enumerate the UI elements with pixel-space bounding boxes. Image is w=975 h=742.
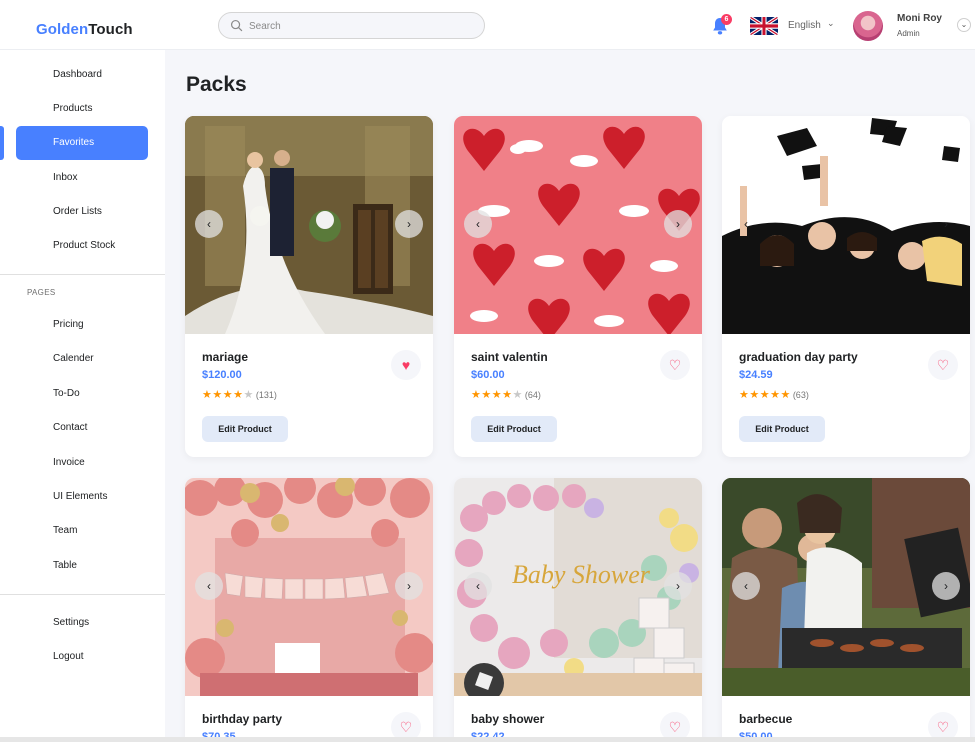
- product-card: Baby Shower ‹ › baby shower $22.42 ♡: [454, 478, 702, 742]
- sidebar: Dashboard Products Favorites Inbox Order…: [0, 50, 165, 742]
- sidebar-item-logout[interactable]: Logout: [16, 640, 148, 674]
- product-card: ‹ › barbecue $50.00 ♡: [722, 478, 970, 742]
- carousel-next-button[interactable]: ›: [664, 572, 692, 600]
- product-name: mariage: [202, 350, 249, 364]
- sidebar-item-contact[interactable]: Contact: [16, 411, 148, 445]
- uk-flag-icon[interactable]: [750, 17, 778, 35]
- carousel-next-button[interactable]: ›: [932, 210, 960, 238]
- sidebar-item-inbox[interactable]: Inbox: [16, 161, 148, 195]
- sidebar-item-table[interactable]: Table: [16, 549, 148, 583]
- search-icon: [230, 19, 243, 32]
- carousel-prev-button[interactable]: ‹: [732, 210, 760, 238]
- brand-logo[interactable]: GoldenTouch: [36, 21, 133, 38]
- product-name: birthday party: [202, 712, 283, 726]
- carousel-prev-button[interactable]: ‹: [464, 210, 492, 238]
- sidebar-divider: [0, 274, 165, 275]
- search-bar: [218, 12, 485, 39]
- star-rating: ★★★★★ (64): [471, 388, 541, 401]
- page-title: Packs: [186, 73, 247, 96]
- sidebar-item-ui-elements[interactable]: UI Elements: [16, 480, 148, 514]
- sidebar-item-order-lists[interactable]: Order Lists: [16, 195, 148, 229]
- review-count: (63): [792, 390, 809, 400]
- product-price: $120.00: [202, 369, 242, 381]
- carousel-prev-button[interactable]: ‹: [732, 572, 760, 600]
- carousel-prev-button[interactable]: ‹: [464, 572, 492, 600]
- user-role: Admin: [897, 29, 920, 38]
- star-icon: ★: [512, 389, 523, 401]
- star-rating: ★★★★★ (63): [739, 388, 809, 401]
- brand-logo-part1: Golden: [36, 21, 89, 38]
- carousel-prev-button[interactable]: ‹: [195, 210, 223, 238]
- product-card: ‹ › saint valentin $60.00 ★★★★★ (64) ♡ Ed…: [454, 116, 702, 457]
- product-price: $60.00: [471, 369, 505, 381]
- carousel-next-button[interactable]: ›: [664, 210, 692, 238]
- sidebar-item-favorites[interactable]: Favorites: [16, 126, 148, 160]
- search-input[interactable]: [249, 17, 469, 35]
- sidebar-item-product-stock[interactable]: Product Stock: [16, 229, 148, 263]
- avatar[interactable]: [853, 11, 883, 41]
- sidebar-divider: [0, 594, 165, 595]
- carousel-next-button[interactable]: ›: [395, 572, 423, 600]
- review-count: (131): [255, 390, 277, 400]
- top-bar: GoldenTouch 6 English ⌄ Moni Roy Admin ⌄: [0, 0, 975, 50]
- sidebar-item-todo[interactable]: To-Do: [16, 377, 148, 411]
- profile-menu-chevron-icon[interactable]: ⌄: [957, 18, 971, 32]
- brand-logo-part2: Touch: [88, 21, 133, 38]
- chevron-down-icon[interactable]: ⌄: [827, 18, 835, 29]
- carousel-prev-button[interactable]: ‹: [195, 572, 223, 600]
- sidebar-item-pricing[interactable]: Pricing: [16, 308, 148, 342]
- edit-product-button[interactable]: Edit Product: [471, 416, 557, 442]
- sidebar-item-dashboard[interactable]: Dashboard: [16, 58, 148, 92]
- product-name: barbecue: [739, 712, 793, 726]
- product-name: saint valentin: [471, 350, 548, 364]
- language-selector[interactable]: English: [788, 20, 821, 31]
- product-name: graduation day party: [739, 350, 858, 364]
- section-label-pages: PAGES: [27, 288, 56, 297]
- product-card: ‹ › graduation day party $24.59 ★★★★★ (63…: [722, 116, 970, 457]
- review-count: (64): [524, 390, 541, 400]
- carousel-next-button[interactable]: ›: [932, 572, 960, 600]
- product-name: baby shower: [471, 712, 545, 726]
- star-icon: ★★★★: [202, 389, 244, 401]
- favorite-heart-icon[interactable]: ♥: [391, 350, 421, 380]
- edit-product-button[interactable]: Edit Product: [202, 416, 288, 442]
- user-name: Moni Roy: [897, 13, 942, 24]
- sidebar-item-settings[interactable]: Settings: [16, 606, 148, 640]
- horizontal-scrollbar[interactable]: [0, 737, 975, 742]
- star-icon: ★: [243, 389, 254, 401]
- star-rating: ★★★★★ (131): [202, 388, 277, 401]
- edit-product-button[interactable]: Edit Product: [739, 416, 825, 442]
- sidebar-item-products[interactable]: Products: [16, 92, 148, 126]
- product-price: $24.59: [739, 369, 773, 381]
- favorite-heart-outline-icon[interactable]: ♡: [928, 350, 958, 380]
- star-icon: ★★★★: [471, 389, 513, 401]
- star-icon: ★★★★★: [739, 389, 791, 401]
- active-indicator: [0, 126, 4, 160]
- product-card: ‹ › birthday party $70.35 ♡: [185, 478, 433, 742]
- notification-badge: 6: [721, 14, 732, 25]
- svg-text:Baby Shower: Baby Shower: [512, 560, 651, 589]
- product-card: ‹ › mariage $120.00 ★★★★★ (131) ♥ Edit Pr…: [185, 116, 433, 457]
- sidebar-item-calender[interactable]: Calender: [16, 342, 148, 376]
- carousel-next-button[interactable]: ›: [395, 210, 423, 238]
- sidebar-item-team[interactable]: Team: [16, 514, 148, 548]
- favorite-heart-outline-icon[interactable]: ♡: [660, 350, 690, 380]
- sidebar-item-invoice[interactable]: Invoice: [16, 446, 148, 480]
